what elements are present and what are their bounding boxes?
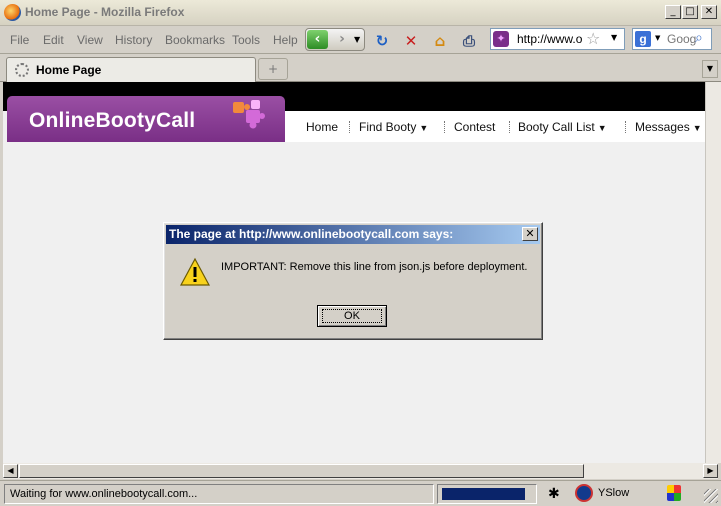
- status-text-panel: Waiting for www.onlinebootycall.com...: [4, 484, 434, 504]
- nav-contest[interactable]: Contest: [454, 120, 495, 134]
- alert-close-button[interactable]: ✕: [522, 227, 538, 241]
- nav-separator: [349, 121, 350, 133]
- home-button[interactable]: ⌂: [431, 32, 449, 50]
- menu-edit[interactable]: Edit: [43, 33, 64, 47]
- alert-message: IMPORTANT: Remove this line from json.js…: [221, 261, 528, 273]
- menu-history[interactable]: History: [115, 33, 152, 47]
- yslow-gauge-icon[interactable]: [575, 484, 593, 502]
- alert-title: The page at http://www.onlinebootycall.c…: [169, 227, 454, 241]
- nav-separator: [625, 121, 626, 133]
- new-tab-button[interactable]: +: [258, 58, 288, 80]
- site-nav: Home Find Booty ▼ Contest Booty Call List…: [285, 111, 705, 142]
- menu-tools[interactable]: Tools: [232, 33, 260, 47]
- menu-view[interactable]: View: [77, 33, 103, 47]
- scroll-left-arrow-icon[interactable]: ◀: [3, 464, 18, 478]
- caret-down-icon: ▼: [419, 123, 429, 133]
- puzzle-pieces-icon: [233, 100, 265, 129]
- tab-bar: Home Page + ▼: [0, 55, 721, 82]
- back-button[interactable]: ‹: [307, 30, 328, 49]
- search-box[interactable]: g ▼ Google ⌕: [632, 28, 712, 50]
- loading-spinner-icon: [15, 63, 29, 77]
- window-titlebar[interactable]: Home Page - Mozilla Firefox _ □ ✕: [0, 0, 721, 26]
- warning-icon: [179, 257, 211, 286]
- nav-home[interactable]: Home: [306, 120, 338, 134]
- minimize-button[interactable]: _: [665, 5, 681, 19]
- search-input[interactable]: Google: [667, 32, 697, 46]
- back-forward-group: ‹ › ▼: [305, 28, 365, 51]
- ok-button[interactable]: OK: [317, 305, 387, 327]
- search-magnifier-icon[interactable]: ⌕: [695, 30, 703, 46]
- addon-icon[interactable]: [667, 485, 681, 501]
- url-bar[interactable]: ✦ http://www.onlinebootycall.com ☆ ▼: [490, 28, 625, 50]
- nav-separator: [444, 121, 445, 133]
- nav-separator: [509, 121, 510, 133]
- tab-list-button[interactable]: ▼: [702, 60, 718, 78]
- nav-messages[interactable]: Messages ▼: [635, 120, 702, 134]
- horizontal-scrollbar[interactable]: ◀ ▶: [3, 463, 718, 479]
- forward-button[interactable]: ›: [332, 30, 352, 49]
- window-title: Home Page - Mozilla Firefox: [25, 5, 185, 19]
- reload-button[interactable]: ↻: [373, 32, 391, 50]
- firefox-icon: [4, 4, 21, 21]
- alert-titlebar[interactable]: The page at http://www.onlinebootycall.c…: [166, 225, 540, 244]
- scroll-right-arrow-icon[interactable]: ▶: [703, 464, 718, 478]
- resize-grip[interactable]: [704, 489, 718, 503]
- alert-dialog: The page at http://www.onlinebootycall.c…: [163, 222, 543, 340]
- progress-bar: [437, 484, 537, 504]
- bookmark-star-icon[interactable]: ☆: [586, 29, 600, 48]
- search-engine-icon[interactable]: g: [635, 31, 651, 47]
- site-favicon-icon: ✦: [493, 31, 509, 47]
- site-logo[interactable]: OnlineBootyCall: [7, 96, 285, 142]
- menu-bookmarks[interactable]: Bookmarks: [165, 33, 225, 47]
- focus-ring: [322, 309, 382, 323]
- print-button[interactable]: ⎙: [460, 32, 478, 50]
- caret-down-icon: ▼: [597, 123, 607, 133]
- history-dropdown-icon[interactable]: ▼: [354, 35, 360, 44]
- nav-find-booty[interactable]: Find Booty ▼: [359, 120, 428, 134]
- maximize-button[interactable]: □: [682, 5, 698, 19]
- url-text[interactable]: http://www.onlinebootycall.com: [517, 32, 583, 46]
- logo-text: OnlineBootyCall: [29, 109, 196, 132]
- firebug-icon[interactable]: ✱: [548, 486, 560, 502]
- status-text: Waiting for www.onlinebootycall.com...: [10, 488, 198, 500]
- nav-booty-call-list[interactable]: Booty Call List ▼: [518, 120, 607, 134]
- scrollbar-thumb[interactable]: [19, 464, 584, 478]
- search-engine-dropdown-icon[interactable]: ▼: [655, 34, 660, 42]
- stop-button[interactable]: ✕: [402, 32, 420, 50]
- caret-down-icon: ▼: [692, 123, 702, 133]
- vertical-scrollbar[interactable]: [705, 82, 721, 463]
- tab-label: Home Page: [36, 63, 102, 77]
- yslow-label[interactable]: YSlow: [598, 487, 629, 499]
- menu-file[interactable]: File: [10, 33, 29, 47]
- menu-help[interactable]: Help: [273, 33, 298, 47]
- tab-home-page[interactable]: Home Page: [6, 57, 256, 82]
- progress-fill: [442, 488, 525, 500]
- status-bar: Waiting for www.onlinebootycall.com... ✱…: [0, 480, 721, 506]
- close-button[interactable]: ✕: [701, 5, 717, 19]
- url-dropdown-icon[interactable]: ▼: [611, 33, 617, 42]
